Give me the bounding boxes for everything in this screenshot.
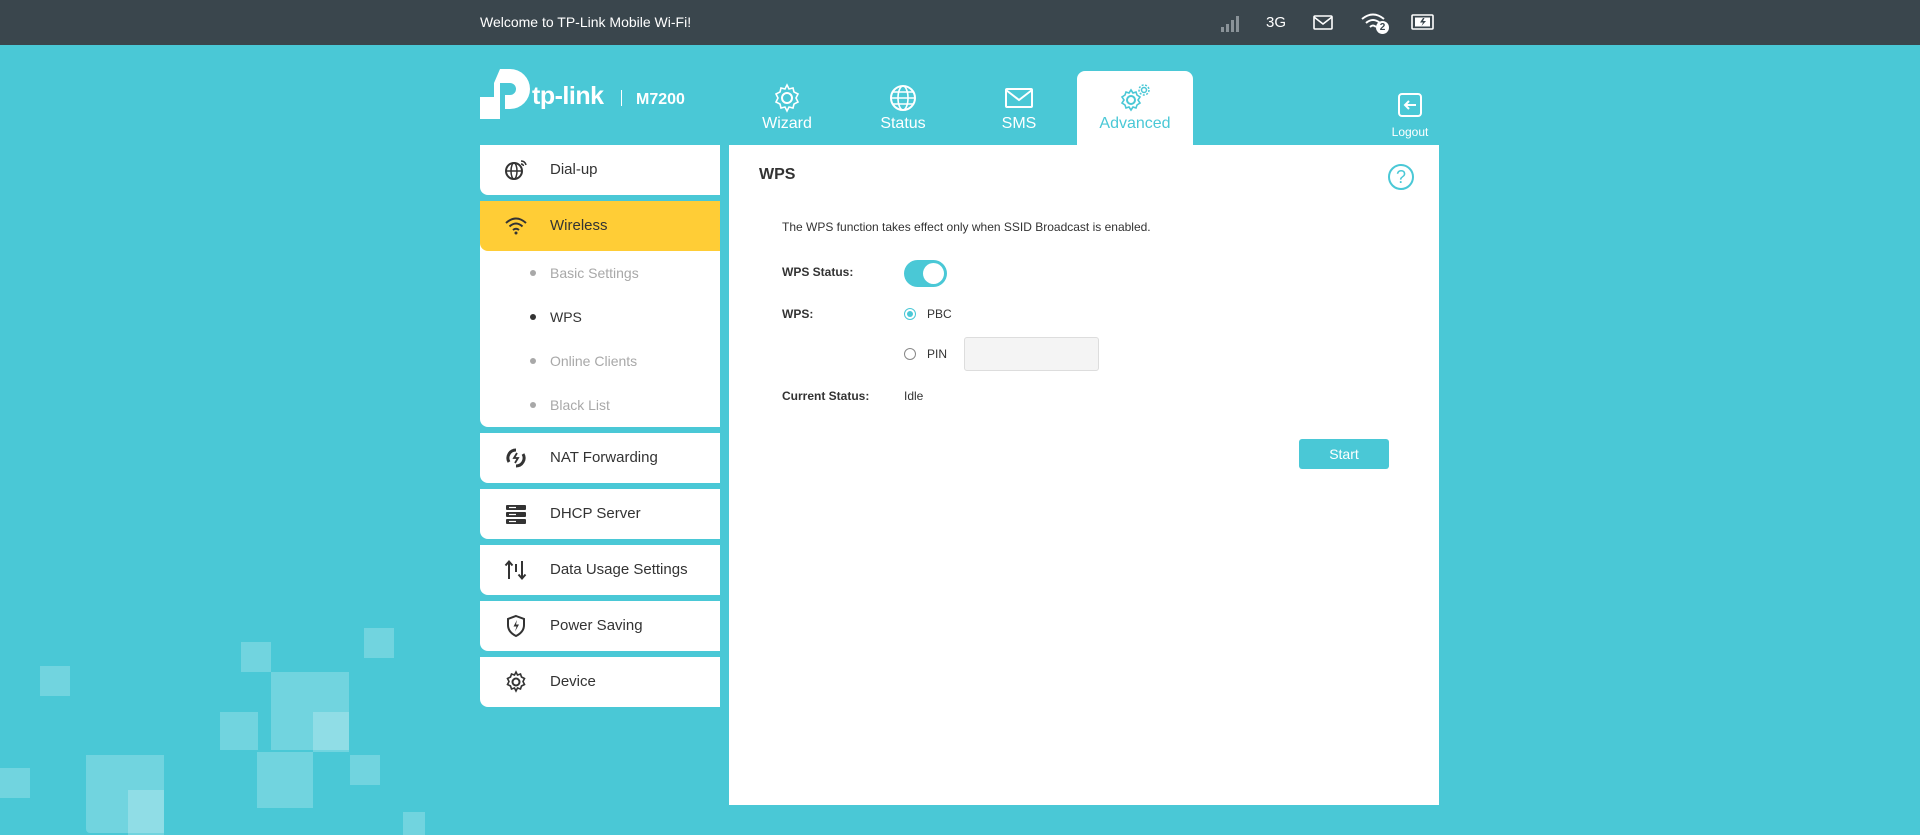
sidebar-group-wireless: Wireless Basic Settings WPS Online Clien… bbox=[480, 201, 720, 427]
tab-label: Wizard bbox=[762, 115, 812, 132]
sidebar-item-label: DHCP Server bbox=[550, 505, 641, 522]
sidebar-item-label: Dial-up bbox=[550, 161, 598, 178]
pbc-label: PBC bbox=[927, 307, 952, 321]
tab-wizard[interactable]: Wizard bbox=[729, 71, 845, 145]
pin-radio[interactable] bbox=[904, 348, 916, 360]
tab-sms[interactable]: SMS bbox=[961, 71, 1077, 145]
clients-count-badge: 2 bbox=[1376, 21, 1389, 34]
shield-bolt-icon bbox=[507, 614, 525, 638]
model-name: M7200 bbox=[636, 91, 685, 108]
tab-label: SMS bbox=[1001, 115, 1037, 132]
sidebar-item-label: Data Usage Settings bbox=[550, 561, 688, 578]
sidebar-item-dial-up[interactable]: Dial-up bbox=[480, 145, 720, 195]
battery-charging-icon bbox=[1411, 14, 1434, 30]
tab-advanced[interactable]: Advanced bbox=[1077, 71, 1193, 145]
question-icon: ? bbox=[1395, 167, 1406, 187]
current-status-value: Idle bbox=[904, 389, 924, 403]
welcome-text: Welcome to TP-Link Mobile Wi-Fi! bbox=[480, 14, 692, 30]
tab-label: Advanced bbox=[1099, 115, 1171, 132]
mail-icon[interactable] bbox=[1313, 15, 1333, 30]
signal-icon bbox=[1221, 16, 1239, 32]
subitem-label: Basic Settings bbox=[550, 265, 639, 281]
sidebar-item-power-saving[interactable]: Power Saving bbox=[480, 601, 720, 651]
bullet-icon bbox=[530, 270, 536, 276]
pin-input[interactable] bbox=[964, 337, 1099, 371]
tab-status[interactable]: Status bbox=[845, 71, 961, 145]
wps-status-toggle[interactable] bbox=[904, 260, 947, 287]
top-bar: Welcome to TP-Link Mobile Wi-Fi! 3G 2 bbox=[0, 0, 1920, 45]
gear-icon bbox=[506, 670, 526, 693]
logout-button[interactable]: Logout bbox=[1385, 92, 1435, 139]
logo-divider bbox=[621, 90, 622, 106]
wps-status-label: WPS Status: bbox=[782, 265, 854, 279]
help-button[interactable]: ? bbox=[1388, 164, 1414, 190]
network-type: 3G bbox=[1266, 14, 1287, 31]
pbc-radio[interactable] bbox=[904, 308, 916, 320]
mail-icon bbox=[1005, 88, 1033, 108]
subitem-label: Online Clients bbox=[550, 353, 638, 369]
dialup-globe-icon bbox=[505, 160, 527, 180]
sidebar-item-label: Device bbox=[550, 673, 596, 690]
gears-icon bbox=[1120, 84, 1150, 112]
start-button[interactable]: Start bbox=[1299, 439, 1389, 469]
tp-link-logo-icon bbox=[480, 69, 530, 119]
wps-mode-label: WPS: bbox=[782, 307, 814, 321]
pin-label: PIN bbox=[927, 347, 948, 361]
bullet-icon bbox=[530, 358, 536, 364]
subitem-label: Black List bbox=[550, 397, 610, 413]
logout-label: Logout bbox=[1391, 125, 1429, 139]
wps-note: The WPS function takes effect only when … bbox=[782, 220, 1151, 234]
sidebar-item-label: Wireless bbox=[550, 217, 608, 234]
bullet-icon bbox=[530, 402, 536, 408]
sidebar-subitem-basic-settings[interactable]: Basic Settings bbox=[480, 251, 720, 295]
server-icon bbox=[506, 505, 526, 524]
sidebar-item-device[interactable]: Device bbox=[480, 657, 720, 707]
wps-panel: WPS ? The WPS function takes effect only… bbox=[729, 145, 1439, 805]
sidebar-item-wireless[interactable]: Wireless bbox=[480, 201, 720, 251]
sidebar-subitem-black-list[interactable]: Black List bbox=[480, 383, 720, 427]
arrows-updown-icon bbox=[504, 559, 527, 581]
subitem-label: WPS bbox=[550, 309, 582, 325]
sidebar-subitem-online-clients[interactable]: Online Clients bbox=[480, 339, 720, 383]
current-status-label: Current Status: bbox=[782, 389, 870, 403]
sidebar-subitem-wps[interactable]: WPS bbox=[480, 295, 720, 339]
globe-icon bbox=[890, 85, 916, 111]
sidebar-item-data-usage-settings[interactable]: Data Usage Settings bbox=[480, 545, 720, 595]
sidebar-item-nat-forwarding[interactable]: NAT Forwarding bbox=[480, 433, 720, 483]
bullet-icon bbox=[530, 314, 536, 320]
wifi-icon bbox=[505, 217, 527, 235]
toggle-knob bbox=[923, 263, 944, 284]
page-title: WPS bbox=[759, 166, 796, 183]
brand-logo-text: tp-link bbox=[532, 82, 604, 110]
gear-icon bbox=[774, 83, 800, 113]
sidebar-item-dhcp-server[interactable]: DHCP Server bbox=[480, 489, 720, 539]
tab-label: Status bbox=[880, 115, 926, 132]
logout-icon bbox=[1398, 93, 1422, 117]
sidebar-item-label: NAT Forwarding bbox=[550, 449, 658, 466]
nat-icon bbox=[506, 448, 526, 468]
sidebar-item-label: Power Saving bbox=[550, 617, 643, 634]
